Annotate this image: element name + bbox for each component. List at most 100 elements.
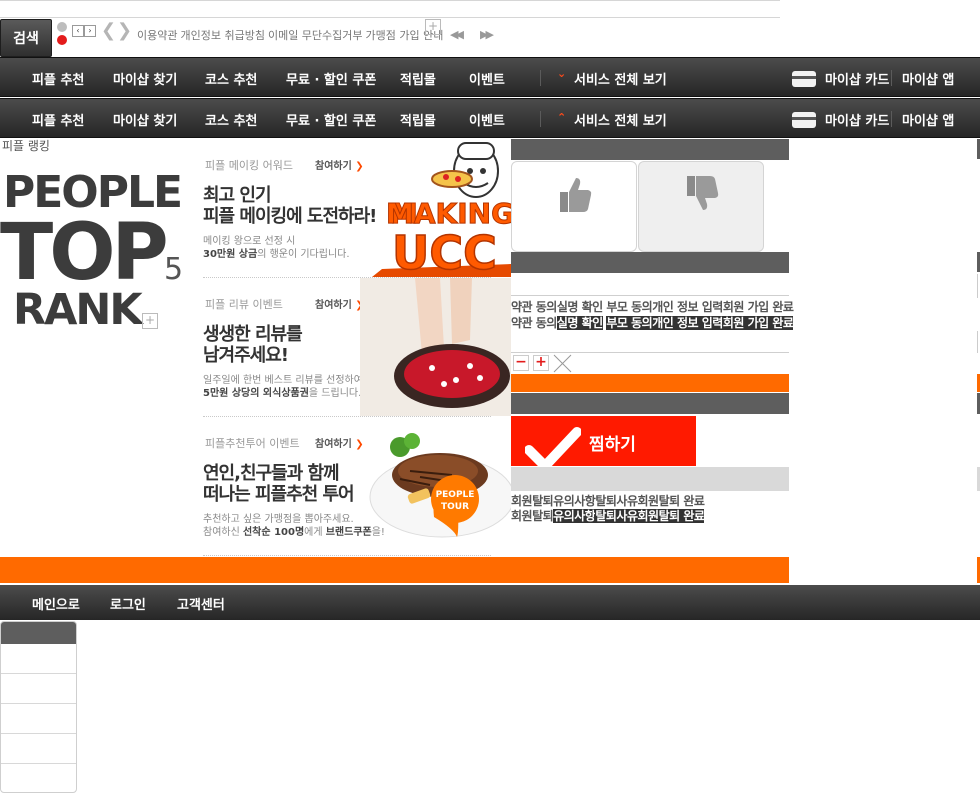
nav-service-all[interactable]: 서비스 전체 보기 bbox=[574, 69, 667, 88]
double-chevron-right-icon[interactable]: ▶▶ bbox=[480, 28, 494, 41]
chevron-up-icon: ⌃ bbox=[557, 111, 567, 124]
withdraw-step-4: 회원탈퇴 완료 bbox=[637, 494, 705, 508]
panel-section-bar-light bbox=[511, 467, 789, 491]
step-parent: 부모 동의 bbox=[606, 300, 653, 314]
tour-badge-text: TOUR bbox=[441, 502, 469, 512]
banner-description: 추천하고 싶은 가맹점을 뽑아주세요. 참여하신 선착순 100명에게 브랜드쿠… bbox=[203, 514, 385, 538]
banner-category: 피플 메이킹 어워드 bbox=[205, 159, 293, 172]
panel-section-bar bbox=[511, 252, 789, 273]
nav-points-mall[interactable]: 적립몰 bbox=[400, 110, 436, 129]
footer-link-main[interactable]: 메인으로 bbox=[32, 594, 80, 613]
form-field-line[interactable] bbox=[511, 274, 789, 296]
step-realname: 실명 확인 bbox=[556, 316, 603, 330]
nav-find-myshop[interactable]: 마이샵 찾기 bbox=[113, 69, 177, 88]
main-nav-bar-expanded: 피플 추천 마이샵 찾기 코스 추천 무료 · 할인 쿠폰 적립몰 이벤트 ⌃ … bbox=[0, 98, 980, 138]
signup-steps-active: 약관 동의실명 확인 부모 동의개인 정보 입력회원 가입 완료 bbox=[511, 314, 794, 331]
nav-my-card[interactable]: 마이샵 카드 bbox=[825, 110, 889, 129]
nav-my-app[interactable]: 마이샵 앱 bbox=[902, 110, 954, 129]
footer-nav-bar: 메인으로 로그인 고객센터 bbox=[0, 585, 980, 620]
orange-bar bbox=[511, 374, 789, 392]
vote-up-button[interactable] bbox=[511, 161, 637, 252]
banner-divider bbox=[203, 555, 491, 556]
indicator-dot-gray[interactable] bbox=[57, 22, 67, 32]
nav-service-all[interactable]: 서비스 전체 보기 bbox=[574, 110, 667, 129]
thumbs-up-icon bbox=[560, 178, 592, 212]
nav-course-recommend[interactable]: 코스 추천 bbox=[205, 110, 257, 129]
more-plus-icon[interactable]: + bbox=[142, 313, 158, 329]
banner-headline: 연인,친구들과 함께 떠나는 피플추천 투어 bbox=[203, 463, 355, 505]
list-item[interactable] bbox=[1, 734, 76, 764]
banner-category: 피플추천투어 이벤트 bbox=[205, 437, 300, 450]
join-link[interactable]: 참여하기 ❯ bbox=[315, 435, 364, 450]
withdraw-step-2: 유의사항 bbox=[553, 509, 596, 523]
quantity-plus-button[interactable]: + bbox=[533, 355, 549, 371]
indicator-dot-red[interactable] bbox=[57, 35, 67, 45]
nav-people-recommend[interactable]: 피플 추천 bbox=[32, 69, 84, 88]
ranking-title-number: 5 bbox=[164, 252, 184, 287]
nav-coupons[interactable]: 무료 · 할인 쿠폰 bbox=[286, 110, 376, 129]
banner-category: 피플 리뷰 이벤트 bbox=[205, 298, 283, 311]
close-icon[interactable] bbox=[553, 354, 572, 373]
panel-header-bar bbox=[511, 139, 789, 160]
nav-events[interactable]: 이벤트 bbox=[469, 110, 505, 129]
step-terms: 약관 동의 bbox=[511, 300, 557, 314]
form-field-line[interactable] bbox=[511, 331, 789, 353]
list-item[interactable] bbox=[1, 644, 76, 674]
withdraw-steps-active: 회원탈퇴유의사항탈퇴사유회원탈퇴 완료 bbox=[511, 507, 705, 524]
step-realname: 실명 확인 bbox=[556, 300, 603, 314]
step-parent: 부모 동의 bbox=[606, 316, 653, 330]
double-chevron-left-icon[interactable]: ◀◀ bbox=[450, 28, 464, 41]
orange-banner-bar bbox=[0, 557, 789, 583]
withdraw-step-1: 회원탈퇴 bbox=[511, 509, 554, 523]
nav-find-myshop[interactable]: 마이샵 찾기 bbox=[113, 110, 177, 129]
chevron-right-icon[interactable]: ❯ bbox=[117, 22, 132, 40]
steak-dish-illustration: PEOPLE TOUR bbox=[369, 433, 511, 538]
step-info: 개인 정보 입력 bbox=[652, 316, 723, 330]
list-item[interactable] bbox=[1, 764, 76, 792]
nav-divider bbox=[891, 70, 892, 86]
link-privacy[interactable]: 개인정보 취급방침 bbox=[180, 29, 264, 42]
tour-badge-text: PEOPLE bbox=[436, 490, 475, 500]
join-link[interactable]: 참여하기 ❯ bbox=[315, 296, 364, 311]
ucc-art-text: UCC bbox=[392, 226, 497, 277]
vote-down-button[interactable] bbox=[638, 161, 764, 252]
footer-link-support[interactable]: 고객센터 bbox=[177, 594, 225, 613]
quantity-minus-button[interactable]: − bbox=[513, 355, 529, 371]
search-button[interactable]: 검색 bbox=[0, 19, 52, 57]
nav-people-recommend[interactable]: 피플 추천 bbox=[32, 110, 84, 129]
nav-events[interactable]: 이벤트 bbox=[469, 69, 505, 88]
nav-my-app[interactable]: 마이샵 앱 bbox=[902, 69, 954, 88]
step-complete: 회원 가입 완료 bbox=[722, 316, 794, 330]
nav-points-mall[interactable]: 적립몰 bbox=[400, 69, 436, 88]
signup-steps: 약관 동의실명 확인 부모 동의개인 정보 입력회원 가입 완료 bbox=[511, 298, 794, 315]
wishlist-button[interactable]: 찜하기 bbox=[511, 416, 696, 466]
main-nav-bar: 피플 추천 마이샵 찾기 코스 추천 무료 · 할인 쿠폰 적립몰 이벤트 ⌄ … bbox=[0, 57, 980, 97]
checkmark-icon bbox=[525, 427, 581, 466]
mini-prev-button[interactable]: ‹ bbox=[72, 25, 84, 37]
ranking-heading: 피플 랭킹 bbox=[2, 139, 50, 153]
link-terms[interactable]: 이용약관 bbox=[137, 29, 177, 42]
withdraw-step-3: 탈퇴사유 bbox=[595, 509, 638, 523]
thumbs-down-icon bbox=[687, 176, 719, 210]
ranking-title-rank: RANK bbox=[13, 285, 143, 335]
nav-my-card[interactable]: 마이샵 카드 bbox=[825, 69, 889, 88]
footer-link-login[interactable]: 로그인 bbox=[110, 594, 146, 613]
card-icon bbox=[792, 112, 816, 128]
foot-bath-illustration bbox=[360, 278, 511, 416]
panel-section-bar bbox=[511, 393, 789, 414]
plus-icon[interactable]: + bbox=[425, 19, 441, 35]
join-link[interactable]: 참여하기 ❯ bbox=[315, 157, 364, 172]
nav-course-recommend[interactable]: 코스 추천 bbox=[205, 69, 257, 88]
list-item[interactable] bbox=[1, 704, 76, 734]
nav-coupons[interactable]: 무료 · 할인 쿠폰 bbox=[286, 69, 376, 88]
side-list-box bbox=[0, 621, 77, 793]
chevron-left-icon[interactable]: ❮ bbox=[101, 22, 116, 40]
side-list-header bbox=[1, 622, 76, 644]
withdraw-step-1: 회원탈퇴 bbox=[511, 494, 554, 508]
list-item[interactable] bbox=[1, 674, 76, 704]
step-complete: 회원 가입 완료 bbox=[722, 300, 794, 314]
link-email-refusal[interactable]: 이메일 무단수집거부 bbox=[268, 29, 363, 42]
mini-next-button[interactable]: › bbox=[84, 25, 96, 37]
nav-divider bbox=[540, 111, 541, 127]
withdraw-step-2: 유의사항 bbox=[553, 494, 596, 508]
